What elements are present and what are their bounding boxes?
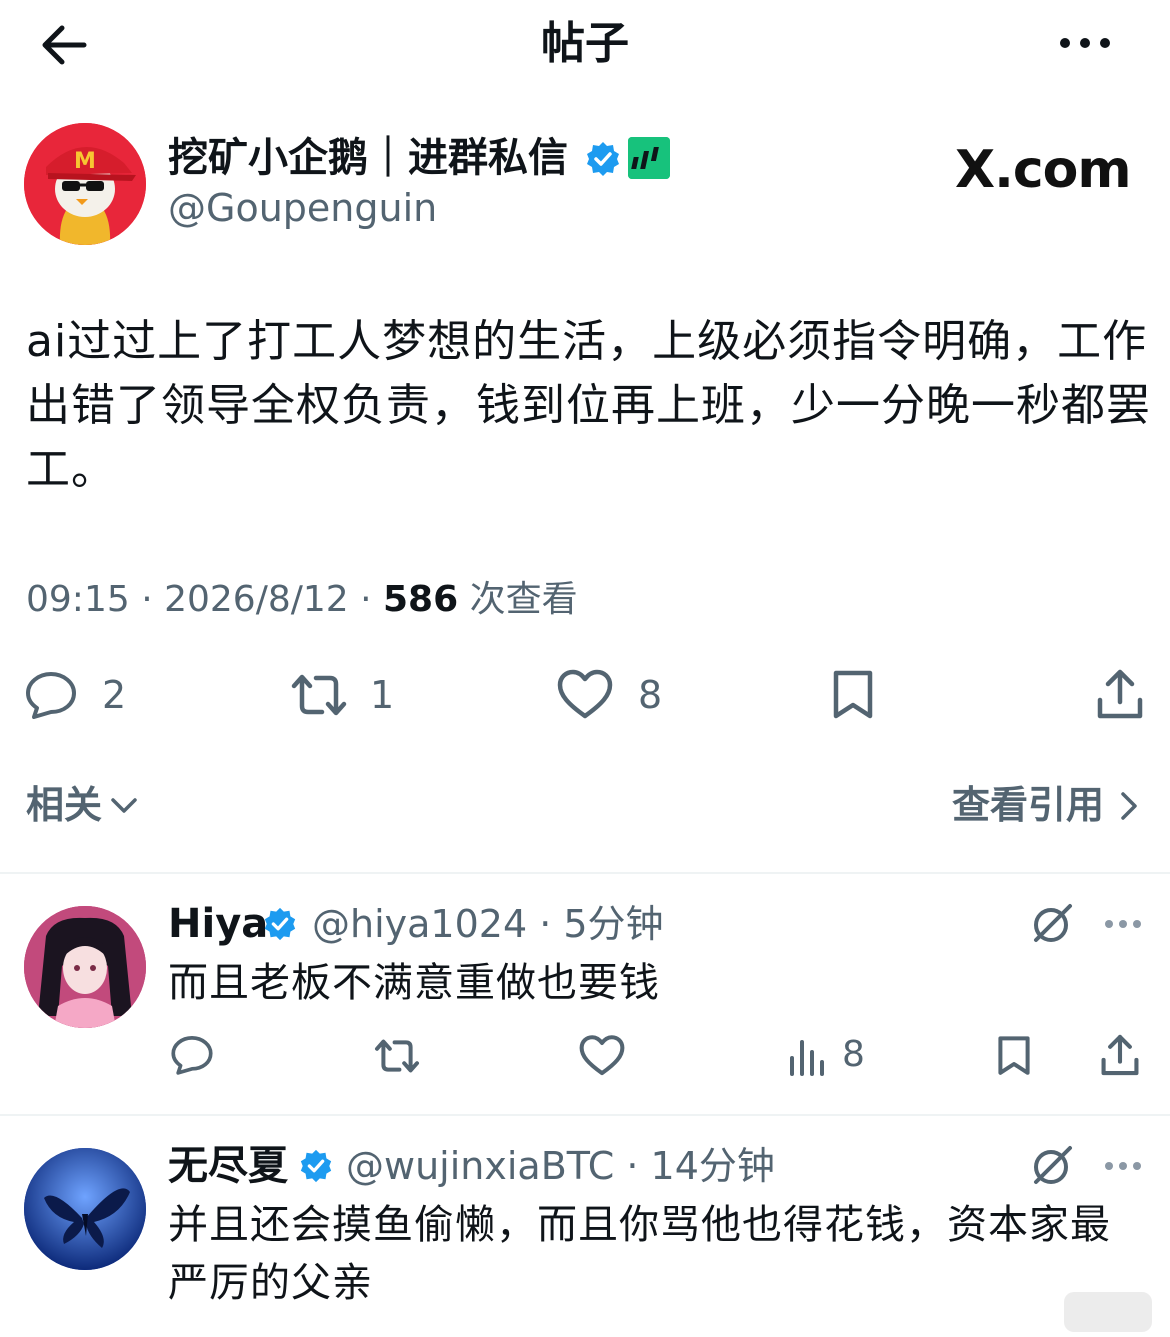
chevron-right-icon[interactable] [1118, 790, 1140, 822]
reply-count: 2 [102, 673, 127, 717]
reply-text: 而且老板不满意重做也要钱 [168, 960, 660, 1006]
reply-text: 并且还会摸鱼偷懒，而且你骂他也得花钱，资本家最严厉的父亲 [168, 1202, 1111, 1306]
divider [0, 872, 1170, 874]
view-quotes-link[interactable]: 查看引用 [952, 778, 1104, 832]
reply-icon[interactable] [24, 670, 78, 720]
view-count-label: 次查看 [458, 579, 578, 620]
divider [0, 1114, 1170, 1116]
repost-icon[interactable] [288, 670, 350, 720]
reply-icon[interactable] [170, 1034, 214, 1076]
post-timestamp: 09:15 · 2026/8/12 · [26, 579, 383, 620]
reply-handle-time: @hiya1024 · 5分钟 [312, 902, 664, 946]
svg-text:M: M [74, 149, 96, 174]
repost-count: 1 [370, 673, 395, 717]
bookmark-icon[interactable] [994, 1034, 1034, 1078]
verified-badge-icon [584, 140, 622, 178]
chevron-down-icon[interactable] [110, 794, 138, 818]
page-title: 帖子 [541, 18, 629, 69]
reply-author-name[interactable]: Hiya [168, 897, 268, 951]
grok-icon[interactable] [1030, 902, 1074, 946]
share-icon[interactable] [1094, 666, 1146, 722]
reply-author-name[interactable]: 无尽夏 [168, 1139, 288, 1193]
bookmark-icon[interactable] [828, 668, 878, 722]
x-com-brand-logo: X.com [955, 140, 1132, 200]
affiliate-badge-icon [628, 137, 670, 179]
author-handle[interactable]: @Goupenguin [168, 183, 437, 233]
watermark [1064, 1292, 1152, 1332]
like-count: 8 [638, 673, 663, 717]
reply-handle-time: @wujinxiaBTC · 14分钟 [346, 1144, 775, 1188]
reply-avatar[interactable] [24, 906, 146, 1028]
related-dropdown[interactable]: 相关 [26, 778, 102, 832]
verified-badge-icon [298, 1148, 334, 1184]
author-avatar[interactable]: M [24, 123, 146, 245]
share-icon[interactable] [1098, 1032, 1142, 1078]
author-name[interactable]: 挖矿小企鹅｜进群私信 [168, 131, 568, 185]
heart-icon[interactable] [556, 668, 614, 722]
more-options-icon[interactable] [1056, 28, 1114, 58]
post-text: ai过过上了打工人梦想的生活，上级必须指令明确，工作出错了领导全权负责，钱到位再… [26, 316, 1151, 495]
verified-badge-icon [262, 906, 298, 942]
heart-icon[interactable] [578, 1034, 626, 1078]
post-meta: 09:15 · 2026/8/12 · 586 次查看 [26, 574, 578, 626]
grok-icon[interactable] [1030, 1144, 1074, 1188]
repost-icon[interactable] [372, 1036, 422, 1076]
more-options-icon[interactable] [1103, 917, 1143, 931]
more-options-icon[interactable] [1103, 1159, 1143, 1173]
views-chart-icon[interactable] [788, 1036, 828, 1076]
view-count: 586 [383, 579, 459, 620]
reply-avatar[interactable] [24, 1148, 146, 1270]
reply-view-count: 8 [842, 1034, 865, 1075]
